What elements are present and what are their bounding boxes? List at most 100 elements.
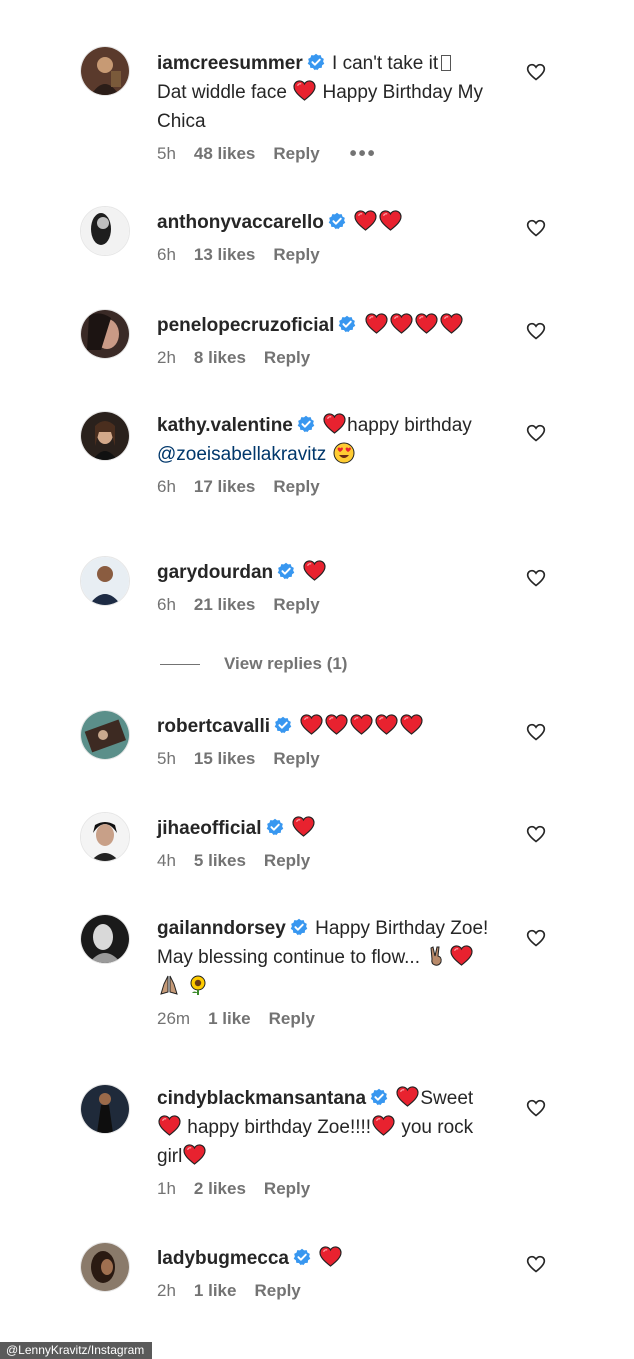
- heart-emoji-icon: [303, 560, 326, 581]
- comment-text-part: happy birthday Zoe!!!!: [187, 1117, 372, 1138]
- heart-emoji-icon: [390, 313, 413, 334]
- avatar[interactable]: [80, 309, 130, 359]
- comment-text: jihaeofficial: [157, 814, 502, 843]
- more-options-icon[interactable]: •••: [350, 144, 377, 164]
- avatar[interactable]: [80, 710, 130, 760]
- comment-text: robertcavalli: [157, 712, 502, 741]
- username[interactable]: gailanndorsey: [157, 918, 286, 939]
- like-heart-icon[interactable]: [526, 928, 546, 948]
- reply-button[interactable]: Reply: [264, 851, 310, 871]
- comment-text: anthonyvaccarello: [157, 208, 502, 237]
- view-replies-button[interactable]: View replies (1): [160, 654, 347, 674]
- heart-emoji-icon: [323, 413, 346, 434]
- verified-badge-icon: [370, 1088, 388, 1106]
- reply-button[interactable]: Reply: [273, 144, 319, 164]
- reply-button[interactable]: Reply: [254, 1281, 300, 1301]
- like-heart-icon[interactable]: [526, 1254, 546, 1274]
- like-heart-icon[interactable]: [526, 722, 546, 742]
- likes-count[interactable]: 21 likes: [194, 595, 255, 615]
- comment-text: kathy.valentine happy birthday @zoeisabe…: [157, 411, 502, 469]
- username[interactable]: anthonyvaccarello: [157, 212, 324, 233]
- reply-button[interactable]: Reply: [264, 1179, 310, 1199]
- reply-button[interactable]: Reply: [273, 595, 319, 615]
- comment-text-part: Dat widdle face: [157, 82, 287, 103]
- avatar[interactable]: [80, 1084, 130, 1134]
- avatar[interactable]: [80, 1242, 130, 1292]
- username[interactable]: jihaeofficial: [157, 818, 262, 839]
- verified-badge-icon: [290, 918, 308, 936]
- comment-text-part: I can't take it: [332, 53, 439, 74]
- photo-credit: @LennyKravitz/Instagram: [0, 1342, 153, 1359]
- heart-emoji-icon: [396, 1086, 419, 1107]
- likes-count[interactable]: 1 like: [208, 1009, 251, 1029]
- heart-emoji-icon: [183, 1144, 206, 1165]
- reply-button[interactable]: Reply: [273, 245, 319, 265]
- comment-text: ladybugmecca: [157, 1244, 502, 1273]
- username[interactable]: iamcreesummer: [157, 53, 303, 74]
- heart-emoji-icon: [158, 1115, 181, 1136]
- timestamp: 6h: [157, 477, 176, 496]
- like-heart-icon[interactable]: [526, 218, 546, 238]
- folded-hands-emoji-icon: [160, 975, 178, 995]
- comment-text-part: Sweet: [420, 1088, 474, 1109]
- missing-glyph-icon: [441, 55, 452, 71]
- username[interactable]: robertcavalli: [157, 716, 270, 737]
- avatar[interactable]: [80, 812, 130, 862]
- timestamp: 2h: [157, 1281, 176, 1300]
- reply-button[interactable]: Reply: [273, 477, 319, 497]
- like-heart-icon[interactable]: [526, 824, 546, 844]
- divider-line: [160, 663, 200, 665]
- reply-button[interactable]: Reply: [269, 1009, 315, 1029]
- heart-emoji-icon: [365, 313, 388, 334]
- username[interactable]: penelopecruzoficial: [157, 315, 334, 336]
- heart-emoji-icon: [375, 714, 398, 735]
- heart-emoji-icon: [325, 714, 348, 735]
- verified-badge-icon: [293, 1248, 311, 1266]
- heart-emoji-icon: [440, 313, 463, 334]
- avatar[interactable]: [80, 914, 130, 964]
- comment-text: iamcreesummer I can't take it Dat widdle…: [157, 49, 502, 136]
- comment-text: penelopecruzoficial: [157, 311, 502, 340]
- like-heart-icon[interactable]: [526, 321, 546, 341]
- mention-link[interactable]: @zoeisabellakravitz: [157, 444, 326, 465]
- victory-hand-emoji-icon: [430, 946, 442, 966]
- like-heart-icon[interactable]: [526, 568, 546, 588]
- likes-count[interactable]: 2 likes: [194, 1179, 246, 1199]
- avatar[interactable]: [80, 411, 130, 461]
- avatar[interactable]: [80, 46, 130, 96]
- heart-emoji-icon: [450, 945, 473, 966]
- comment-text: gailanndorsey Happy Birthday Zoe! May bl…: [157, 914, 502, 1001]
- likes-count[interactable]: 13 likes: [194, 245, 255, 265]
- likes-count[interactable]: 8 likes: [194, 348, 246, 368]
- view-replies-label: View replies (1): [224, 654, 348, 673]
- verified-badge-icon: [338, 315, 356, 333]
- likes-count[interactable]: 1 like: [194, 1281, 237, 1301]
- reply-button[interactable]: Reply: [264, 348, 310, 368]
- username[interactable]: ladybugmecca: [157, 1248, 289, 1269]
- like-heart-icon[interactable]: [526, 423, 546, 443]
- likes-count[interactable]: 48 likes: [194, 144, 255, 164]
- comment-text: cindyblackmansantana Sweet happy birthda…: [157, 1084, 502, 1171]
- verified-badge-icon: [307, 53, 325, 71]
- avatar[interactable]: [80, 556, 130, 606]
- timestamp: 5h: [157, 749, 176, 768]
- reply-button[interactable]: Reply: [273, 749, 319, 769]
- like-heart-icon[interactable]: [526, 62, 546, 82]
- heart-eyes-emoji-icon: [333, 442, 355, 464]
- heart-emoji-icon: [319, 1246, 342, 1267]
- verified-badge-icon: [277, 562, 295, 580]
- heart-emoji-icon: [379, 210, 402, 231]
- likes-count[interactable]: 5 likes: [194, 851, 246, 871]
- likes-count[interactable]: 17 likes: [194, 477, 255, 497]
- heart-emoji-icon: [372, 1115, 395, 1136]
- username[interactable]: kathy.valentine: [157, 415, 293, 436]
- timestamp: 6h: [157, 245, 176, 264]
- username[interactable]: cindyblackmansantana: [157, 1088, 366, 1109]
- timestamp: 2h: [157, 348, 176, 367]
- verified-badge-icon: [328, 212, 346, 230]
- avatar[interactable]: [80, 206, 130, 256]
- username[interactable]: garydourdan: [157, 562, 273, 583]
- timestamp: 4h: [157, 851, 176, 870]
- like-heart-icon[interactable]: [526, 1098, 546, 1118]
- likes-count[interactable]: 15 likes: [194, 749, 255, 769]
